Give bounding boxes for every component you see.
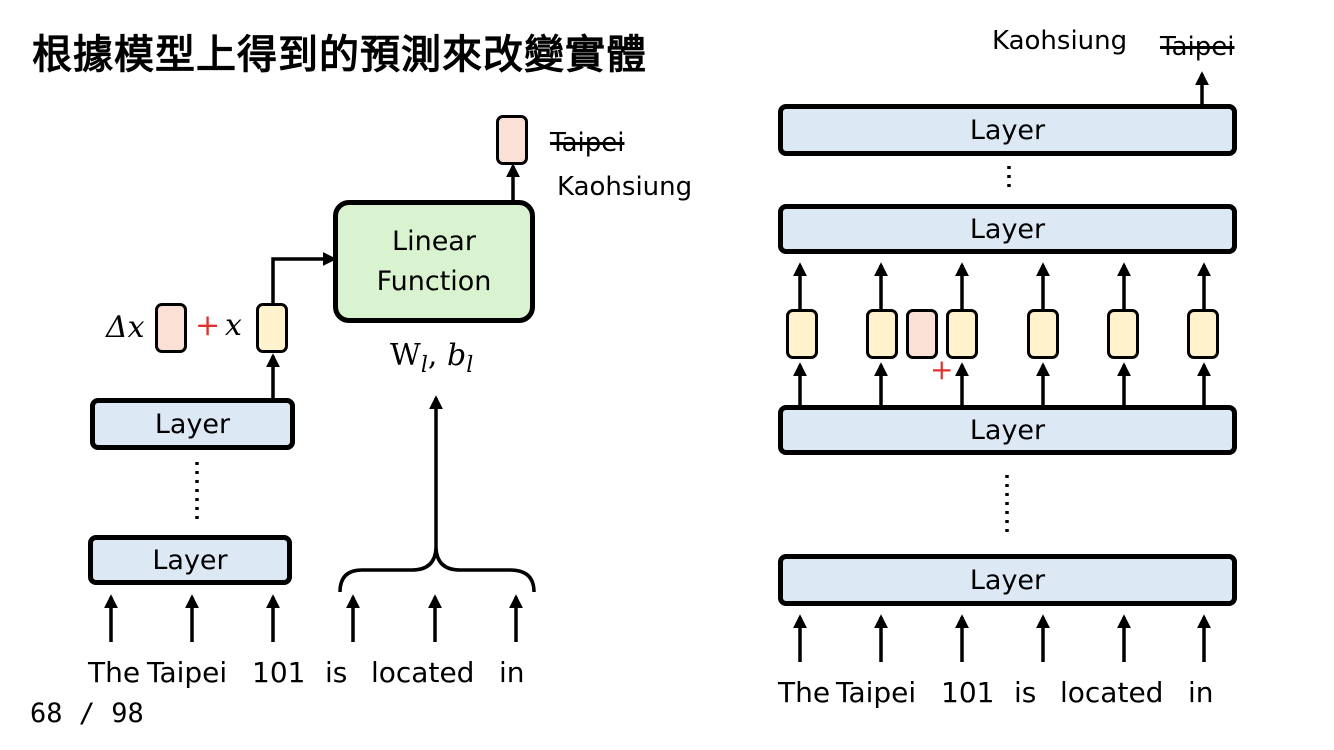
x-to-linear-arrow bbox=[271, 252, 337, 303]
brace bbox=[338, 547, 536, 593]
page-number: 68 / 98 bbox=[30, 698, 144, 729]
connector-lines bbox=[104, 71, 1211, 662]
